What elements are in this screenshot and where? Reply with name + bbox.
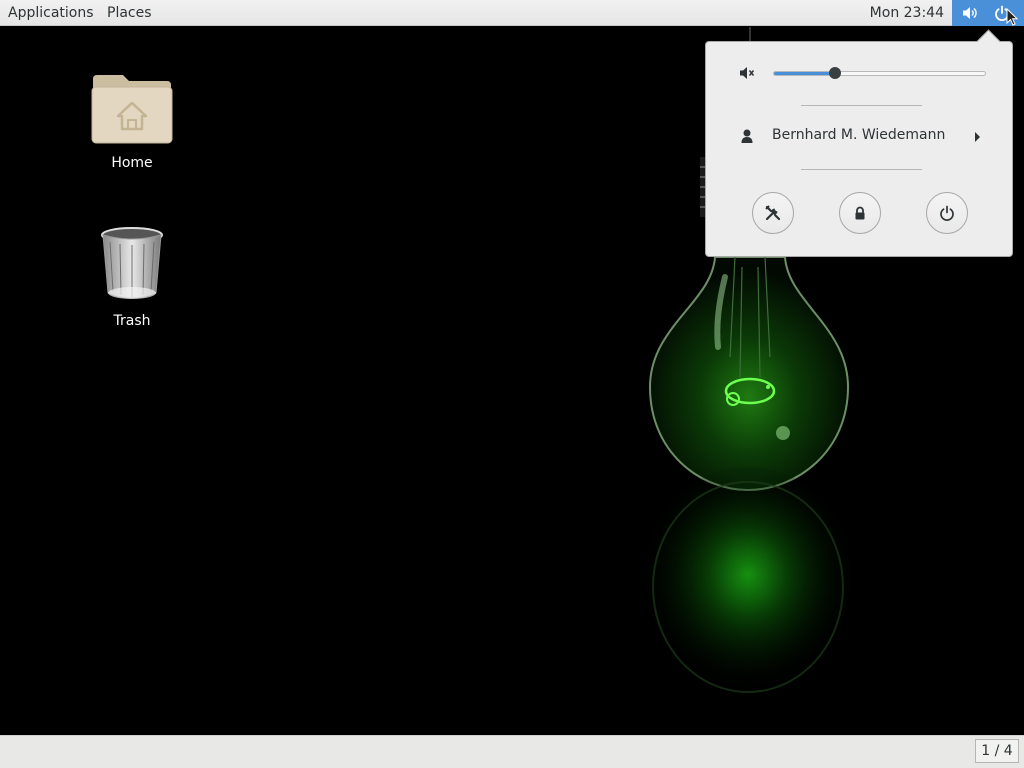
tools-icon	[765, 205, 781, 221]
trash-icon	[101, 227, 163, 299]
volume-icon	[962, 5, 978, 21]
volume-slider[interactable]	[773, 67, 986, 79]
separator	[801, 169, 922, 170]
power-off-button[interactable]	[926, 192, 968, 234]
volume-slider-handle[interactable]	[829, 67, 842, 79]
chevron-right-icon	[975, 132, 980, 142]
trash-label: Trash	[113, 313, 151, 329]
places-menu[interactable]: Places	[107, 0, 152, 26]
system-menu-popover: Bernhard M. Wiedemann	[705, 29, 1013, 257]
desktop-icon-trash[interactable]: Trash	[82, 227, 182, 329]
clock[interactable]: Mon 23:44	[870, 0, 944, 26]
user-menu-item[interactable]: Bernhard M. Wiedemann	[706, 125, 1012, 149]
user-icon	[741, 129, 753, 147]
desktop-icon-home[interactable]: Home	[82, 73, 182, 171]
home-label: Home	[111, 155, 153, 171]
volume-slider-fill	[774, 72, 836, 75]
applications-menu[interactable]: Applications	[8, 0, 94, 26]
system-status-area[interactable]	[952, 0, 1024, 26]
power-icon	[940, 205, 954, 221]
lock-button[interactable]	[839, 192, 881, 234]
user-name: Bernhard M. Wiedemann	[772, 127, 946, 143]
lock-icon	[855, 206, 865, 220]
workspace-indicator[interactable]: 1 / 4	[975, 739, 1019, 763]
settings-button[interactable]	[752, 192, 794, 234]
bottom-bar: 1 / 4	[0, 735, 1024, 768]
muted-speaker-icon[interactable]	[739, 65, 755, 85]
top-bar: Applications Places Mon 23:44	[0, 0, 1024, 26]
separator	[801, 105, 922, 106]
folder-home-icon	[91, 75, 173, 144]
